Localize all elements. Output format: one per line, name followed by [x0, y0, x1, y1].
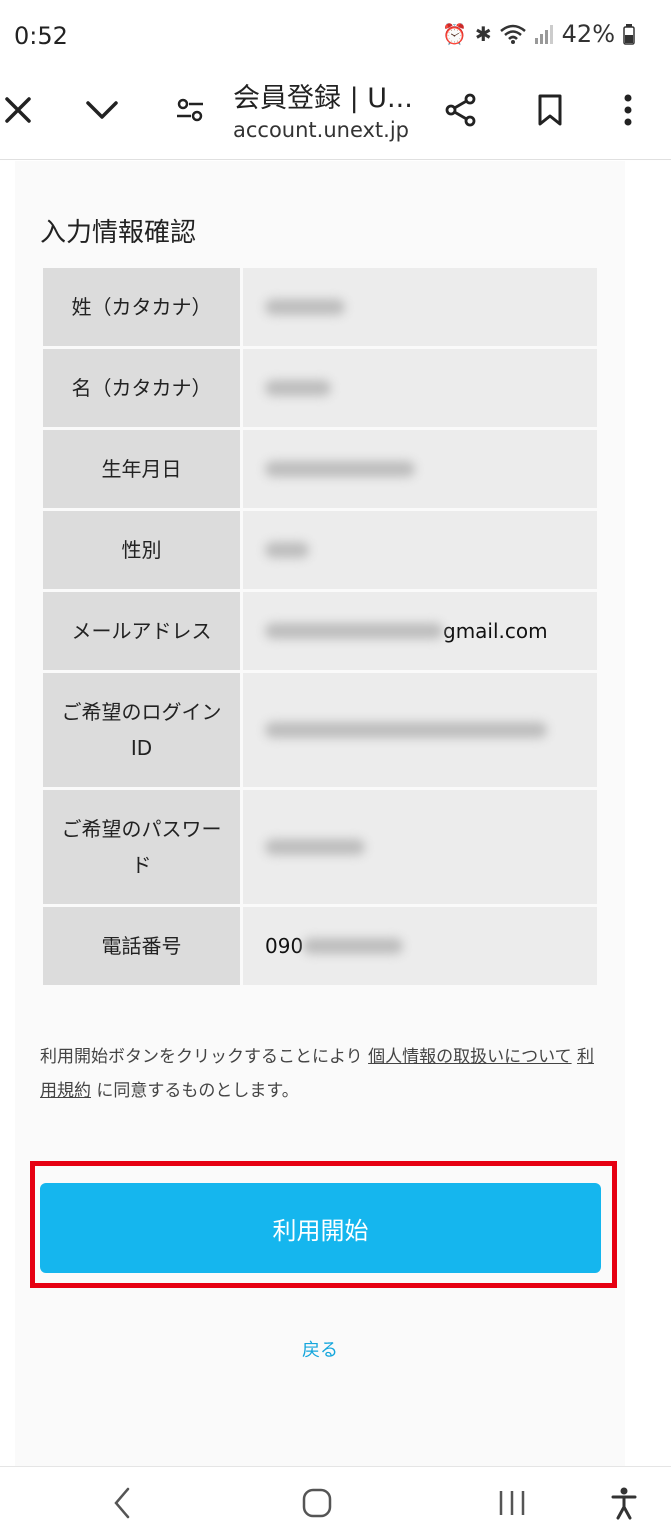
tab-settings-button[interactable] — [166, 86, 214, 134]
row-label: ご希望のパスワード — [43, 790, 240, 904]
section-title: 入力情報確認 — [40, 218, 197, 248]
row-value — [243, 673, 597, 787]
signal-icon — [534, 25, 553, 44]
status-icons: ⏰ ✱ 42% — [442, 20, 635, 48]
more-vert-icon — [624, 94, 632, 126]
row-value: gmail.com — [243, 592, 597, 670]
row-label: 生年月日 — [43, 430, 240, 508]
share-button[interactable] — [437, 86, 485, 134]
alarm-icon: ⏰ — [441, 22, 467, 46]
battery-percent: 42% — [561, 20, 615, 48]
recents-icon — [499, 1491, 525, 1515]
row-label: メールアドレス — [43, 592, 240, 670]
battery-icon — [623, 24, 635, 45]
browser-toolbar: 会員登録 | U... account.unext.jp — [0, 72, 671, 160]
collapse-button[interactable] — [78, 86, 126, 134]
redacted-value — [265, 722, 547, 738]
table-row: メールアドレス gmail.com — [43, 592, 597, 670]
nav-home-button[interactable] — [293, 1483, 341, 1523]
back-link[interactable]: 戻る — [0, 1336, 640, 1362]
status-bar: 0:52 ⏰ ✱ 42% — [0, 0, 671, 72]
redacted-value — [265, 299, 345, 315]
bookmark-button[interactable] — [526, 86, 574, 134]
row-value — [243, 511, 597, 589]
table-row: ご希望のログインID — [43, 673, 597, 787]
table-row: 姓（カタカナ） — [43, 268, 597, 346]
bluetooth-icon: ✱ — [474, 22, 492, 46]
row-label: 電話番号 — [43, 907, 240, 985]
back-icon — [114, 1487, 130, 1519]
menu-button[interactable] — [604, 86, 652, 134]
row-label: ご希望のログインID — [43, 673, 240, 787]
close-icon — [5, 97, 31, 123]
table-row: 名（カタカナ） — [43, 349, 597, 427]
table-row: 電話番号 090 — [43, 907, 597, 985]
table-row: 性別 — [43, 511, 597, 589]
home-icon — [302, 1488, 332, 1518]
row-value — [243, 430, 597, 508]
close-tab-button[interactable] — [0, 86, 42, 134]
redacted-value — [265, 623, 443, 639]
page-title[interactable]: 会員登録 | U... — [233, 76, 413, 115]
navigation-bar — [0, 1466, 671, 1536]
table-row: 生年月日 — [43, 430, 597, 508]
info-table: 姓（カタカナ） 名（カタカナ） 生年月日 性別 メールアドレス gmail.co… — [43, 268, 597, 988]
nav-back-button[interactable] — [98, 1483, 146, 1523]
agreement-text: 利用開始ボタンをクリックすることにより 個人情報の取扱いについて 利用規約 に同… — [40, 1047, 594, 1101]
row-value — [243, 349, 597, 427]
row-label: 姓（カタカナ） — [43, 268, 240, 346]
row-value: 090 — [243, 907, 597, 985]
tab-settings-icon — [177, 98, 203, 122]
redacted-value — [265, 380, 331, 396]
start-button[interactable]: 利用開始 — [40, 1183, 601, 1273]
status-time: 0:52 — [14, 22, 68, 50]
page-url[interactable]: account.unext.jp — [233, 118, 409, 142]
accessibility-button[interactable] — [600, 1483, 648, 1523]
redacted-value — [303, 938, 404, 954]
redacted-value — [265, 461, 415, 477]
privacy-policy-link[interactable]: 個人情報の取扱いについて — [368, 1047, 572, 1067]
row-label: 性別 — [43, 511, 240, 589]
row-label: 名（カタカナ） — [43, 349, 240, 427]
row-value — [243, 268, 597, 346]
accessibility-icon — [611, 1487, 637, 1520]
bookmark-icon — [538, 94, 562, 126]
chevron-down-icon — [86, 101, 118, 119]
table-row: ご希望のパスワード — [43, 790, 597, 904]
share-icon — [445, 93, 476, 127]
redacted-value — [265, 542, 309, 558]
redacted-value — [265, 839, 365, 855]
row-value — [243, 790, 597, 904]
nav-recents-button[interactable] — [488, 1483, 536, 1523]
wifi-icon — [499, 24, 526, 44]
